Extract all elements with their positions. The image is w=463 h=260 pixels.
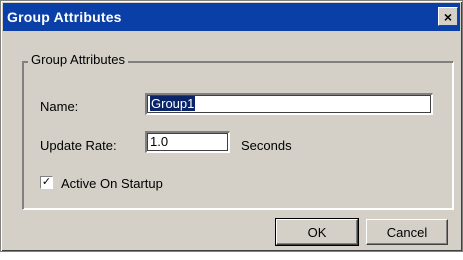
update-rate-label: Update Rate: <box>40 138 117 153</box>
update-rate-input[interactable]: 1.0 <box>145 131 230 153</box>
dialog-title: Group Attributes <box>7 9 122 25</box>
update-rate-value: 1.0 <box>150 134 169 149</box>
cancel-button[interactable]: Cancel <box>366 219 448 245</box>
name-input[interactable]: Group1 <box>145 93 433 115</box>
active-on-startup-checkbox[interactable]: ✓ <box>40 176 53 189</box>
checkmark-icon: ✓ <box>41 176 52 188</box>
groupbox-legend: Group Attributes <box>28 52 128 67</box>
update-rate-unit: Seconds <box>241 138 292 153</box>
close-button[interactable]: × <box>438 7 458 26</box>
name-label: Name: <box>40 99 79 114</box>
title-bar[interactable]: Group Attributes × <box>3 3 460 31</box>
active-on-startup-label[interactable]: Active On Startup <box>61 176 163 191</box>
ok-button-label: OK <box>307 224 327 240</box>
ok-button[interactable]: OK <box>275 218 359 246</box>
cancel-button-label: Cancel <box>386 224 428 240</box>
close-icon: × <box>443 8 453 25</box>
name-value: Group1 <box>150 96 196 111</box>
